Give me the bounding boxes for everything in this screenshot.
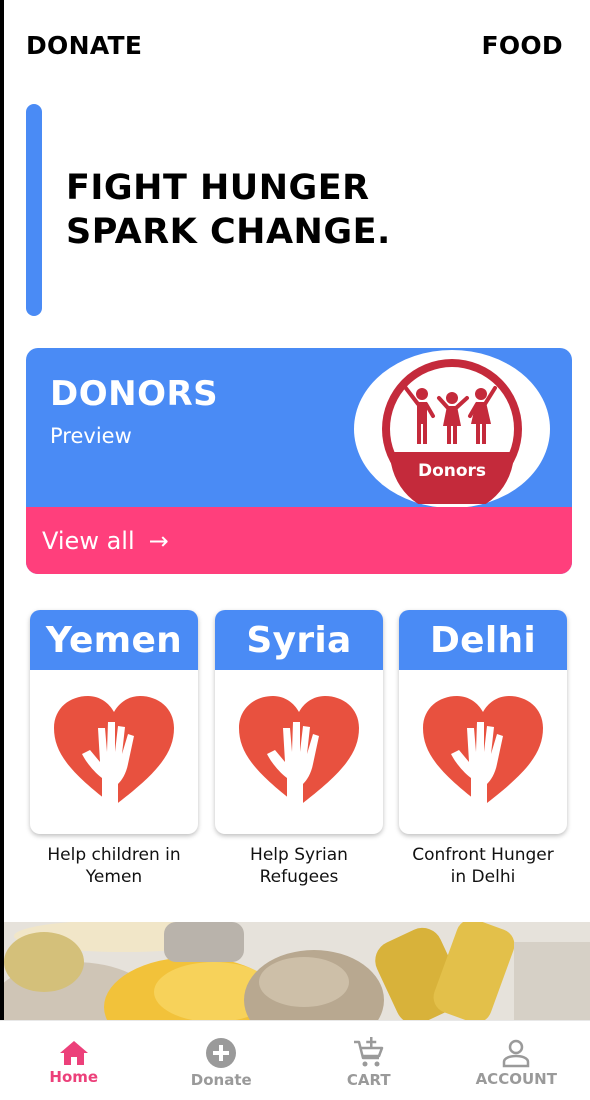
arrow-right-icon: → — [148, 526, 169, 555]
campaign-caption-line-2: Refugees — [259, 867, 339, 887]
food-photo-illustration — [4, 922, 590, 1020]
nav-label-donate: Donate — [190, 1070, 252, 1089]
campaign-title: Syria — [215, 610, 383, 670]
campaign-card-box: Delhi — [399, 610, 567, 834]
campaign-caption-line-2: Yemen — [85, 867, 143, 887]
donors-subtitle: Preview — [50, 424, 132, 448]
campaign-image — [215, 670, 383, 834]
nav-item-home[interactable]: Home — [0, 1021, 148, 1100]
nav-label-account: ACCOUNT — [475, 1069, 557, 1088]
campaign-card-box: Syria — [215, 610, 383, 834]
add-circle-icon — [206, 1037, 237, 1068]
nav-item-donate[interactable]: Donate — [148, 1021, 296, 1100]
hero-accent-bar — [26, 104, 42, 316]
nav-item-cart[interactable]: CART — [295, 1021, 443, 1100]
cart-add-icon — [353, 1036, 383, 1066]
heart-hand-icon — [54, 696, 174, 806]
nav-label-home: Home — [49, 1067, 99, 1086]
header-left-title: DONATE — [26, 30, 143, 60]
donors-badge-text: Donors — [418, 461, 486, 481]
account-icon — [503, 1039, 530, 1067]
view-all-label: View all — [42, 526, 135, 555]
bottom-nav: Home Donate CART ACCOUNT — [0, 1020, 590, 1100]
header-right-title: FOOD — [481, 30, 563, 60]
campaign-caption-line-1: Help children in — [47, 845, 181, 865]
campaign-list: Yemen Help children in Yemen Syria Help … — [30, 610, 570, 890]
food-banner-image — [4, 922, 590, 1020]
campaign-title: Delhi — [399, 610, 567, 670]
campaign-card-syria[interactable]: Syria Help Syrian Refugees — [215, 610, 383, 888]
campaign-image — [399, 670, 567, 834]
home-icon — [59, 1040, 88, 1065]
hero-line-1: FIGHT HUNGER — [66, 168, 370, 208]
campaign-caption-line-2: in Delhi — [450, 867, 516, 887]
campaign-caption: Help Syrian Refugees — [215, 844, 383, 888]
app-header: DONATE FOOD — [26, 28, 563, 62]
donors-logo-icon: Donors — [382, 359, 522, 504]
hero-line-2: SPARK CHANGE. — [66, 212, 391, 252]
nav-label-cart: CART — [346, 1070, 391, 1089]
campaign-card-yemen[interactable]: Yemen Help children in Yemen — [30, 610, 198, 888]
campaign-card-delhi[interactable]: Delhi Confront Hunger in Delhi — [399, 610, 567, 888]
nav-item-account[interactable]: ACCOUNT — [443, 1021, 590, 1100]
campaign-caption-line-1: Confront Hunger — [412, 845, 554, 865]
campaign-caption: Confront Hunger in Delhi — [399, 844, 567, 888]
campaign-caption-line-1: Help Syrian — [250, 845, 348, 865]
campaign-card-box: Yemen — [30, 610, 198, 834]
campaign-image — [30, 670, 198, 834]
campaign-caption: Help children in Yemen — [30, 844, 198, 888]
donors-card[interactable]: DONORS Preview Donors View all → — [26, 348, 572, 574]
campaign-title: Yemen — [30, 610, 198, 670]
heart-hand-icon — [239, 696, 359, 806]
donors-title: DONORS — [50, 374, 219, 414]
donors-badge: Donors — [354, 350, 550, 508]
heart-hand-icon — [423, 696, 543, 806]
hero-banner: FIGHT HUNGER SPARK CHANGE. — [26, 104, 566, 316]
view-all-button[interactable]: View all → — [26, 507, 572, 574]
